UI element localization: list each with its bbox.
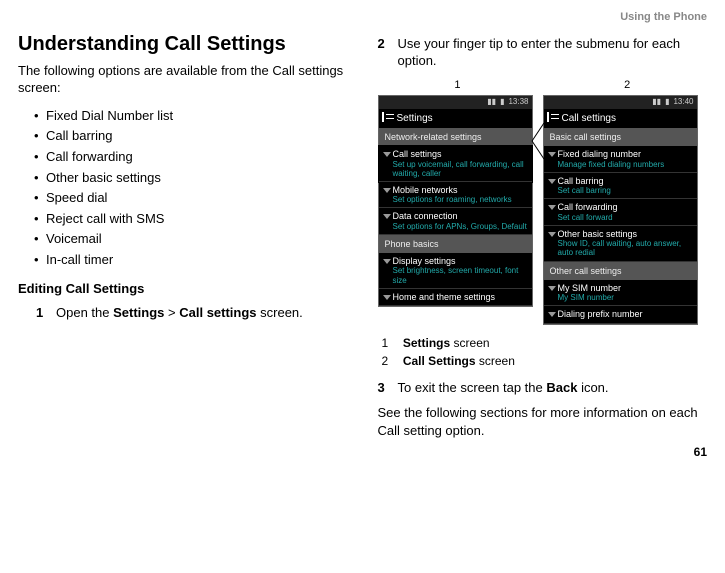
step-3: 3 To exit the screen tap the Back icon. [378, 379, 708, 397]
screenshot-call-settings: ▮▮ ▮ 13:40 Call settings Basic call sett… [543, 95, 698, 325]
running-header: Using the Phone [18, 10, 707, 25]
item-title: Other basic settings [558, 229, 638, 239]
item-title: Call settings [393, 149, 442, 159]
item-title: Dialing prefix number [558, 309, 643, 319]
item-subtitle: Set call barring [558, 186, 693, 195]
item-subtitle: Set options for roaming, networks [393, 195, 528, 204]
legend-row: 2 Call Settings screen [382, 353, 708, 369]
t: Open the [56, 305, 113, 320]
item-other-basic[interactable]: Other basic settings Show ID, call waiti… [544, 226, 697, 262]
bold-call-settings: Call settings [179, 305, 256, 320]
screenshot-settings: ▮▮ ▮ 13:38 Settings Network-related sett… [378, 95, 533, 307]
figure-labels: 1 2 [378, 78, 708, 93]
item-fixed-dialing[interactable]: Fixed dialing number Manage fixed dialin… [544, 146, 697, 173]
title-bar: Call settings [544, 109, 697, 129]
list-item: Call forwarding [34, 148, 348, 166]
item-dialing-prefix[interactable]: Dialing prefix number [544, 306, 697, 323]
status-bar: ▮▮ ▮ 13:38 [379, 96, 532, 109]
figure-legend: 1 Settings screen 2 Call Settings screen [382, 335, 708, 369]
content-columns: Understanding Call Settings The followin… [18, 31, 707, 440]
item-subtitle: My SIM number [558, 293, 693, 302]
item-call-barring[interactable]: Call barring Set call barring [544, 173, 697, 200]
section-header: Phone basics [379, 235, 532, 253]
legend-bold: Settings [403, 336, 450, 350]
list-item: Other basic settings [34, 169, 348, 187]
item-data-connection[interactable]: Data connection Set options for APNs, Gr… [379, 208, 532, 235]
item-home-theme[interactable]: Home and theme settings [379, 289, 532, 306]
clock: 13:38 [508, 97, 528, 108]
t: > [164, 305, 179, 320]
legend-num: 1 [382, 335, 400, 351]
step-text: Open the Settings > Call settings screen… [56, 304, 348, 322]
list-item: Speed dial [34, 189, 348, 207]
list-item: Reject call with SMS [34, 210, 348, 228]
item-title: Home and theme settings [393, 292, 496, 302]
t: To exit the screen tap the [398, 380, 547, 395]
item-title: Fixed dialing number [558, 149, 642, 159]
item-title: Call barring [558, 176, 604, 186]
t: icon. [577, 380, 608, 395]
section-header: Network-related settings [379, 128, 532, 146]
list-item: Fixed Dial Number list [34, 107, 348, 125]
closing-text: See the following sections for more info… [378, 404, 708, 439]
section-title: Understanding Call Settings [18, 31, 348, 58]
clock: 13:40 [673, 97, 693, 108]
item-subtitle: Manage fixed dialing numbers [558, 160, 693, 169]
subheading-editing: Editing Call Settings [18, 280, 348, 298]
screenshot-pair: ▮▮ ▮ 13:38 Settings Network-related sett… [378, 95, 708, 325]
list-item: In-call timer [34, 251, 348, 269]
battery-icon: ▮ [665, 97, 669, 108]
options-list: Fixed Dial Number list Call barring Call… [18, 107, 348, 268]
t: screen. [257, 305, 303, 320]
item-mobile-networks[interactable]: Mobile networks Set options for roaming,… [379, 182, 532, 209]
list-item: Voicemail [34, 230, 348, 248]
legend-num: 2 [382, 353, 400, 369]
legend-text: screen [450, 336, 489, 350]
step-number: 3 [378, 379, 388, 397]
screen-title: Settings [397, 113, 433, 124]
item-display-settings[interactable]: Display settings Set brightness, screen … [379, 253, 532, 289]
item-title: My SIM number [558, 283, 622, 293]
back-icon[interactable] [382, 112, 396, 122]
section-header: Other call settings [544, 262, 697, 280]
right-column: 2 Use your finger tip to enter the subme… [378, 31, 708, 440]
page-number: 61 [18, 444, 707, 460]
fig-label-2: 2 [624, 78, 630, 93]
step-number: 1 [36, 304, 46, 322]
section-header: Basic call settings [544, 128, 697, 146]
item-title: Mobile networks [393, 185, 458, 195]
item-subtitle: Set brightness, screen timeout, font siz… [393, 266, 528, 284]
fig-label-1: 1 [454, 78, 460, 93]
item-subtitle: Set options for APNs, Groups, Default [393, 222, 528, 231]
intro-text: The following options are available from… [18, 62, 348, 97]
item-title: Data connection [393, 211, 458, 221]
item-call-forwarding[interactable]: Call forwarding Set call forward [544, 199, 697, 226]
item-title: Display settings [393, 256, 456, 266]
step-1: 1 Open the Settings > Call settings scre… [36, 304, 348, 322]
step-text: Use your finger tip to enter the submenu… [398, 35, 708, 70]
step-number: 2 [378, 35, 388, 70]
item-subtitle: Set up voicemail, call forwarding, call … [393, 160, 528, 178]
signal-icon: ▮▮ [652, 97, 661, 108]
back-icon[interactable] [547, 112, 561, 122]
left-column: Understanding Call Settings The followin… [18, 31, 348, 440]
legend-bold: Call Settings [403, 354, 476, 368]
battery-icon: ▮ [500, 97, 504, 108]
title-bar: Settings [379, 109, 532, 129]
item-subtitle: Set call forward [558, 213, 693, 222]
list-item: Call barring [34, 127, 348, 145]
item-subtitle: Show ID, call waiting, auto answer, auto… [558, 239, 693, 257]
legend-text: screen [476, 354, 515, 368]
signal-icon: ▮▮ [487, 97, 496, 108]
step-text: To exit the screen tap the Back icon. [398, 379, 708, 397]
legend-row: 1 Settings screen [382, 335, 708, 351]
item-title: Call forwarding [558, 202, 618, 212]
status-bar: ▮▮ ▮ 13:40 [544, 96, 697, 109]
step-2: 2 Use your finger tip to enter the subme… [378, 35, 708, 70]
bold-settings: Settings [113, 305, 164, 320]
item-my-sim[interactable]: My SIM number My SIM number [544, 280, 697, 307]
item-call-settings[interactable]: Call settings Set up voicemail, call for… [379, 146, 532, 182]
screen-title: Call settings [562, 113, 616, 124]
bold-back: Back [546, 380, 577, 395]
